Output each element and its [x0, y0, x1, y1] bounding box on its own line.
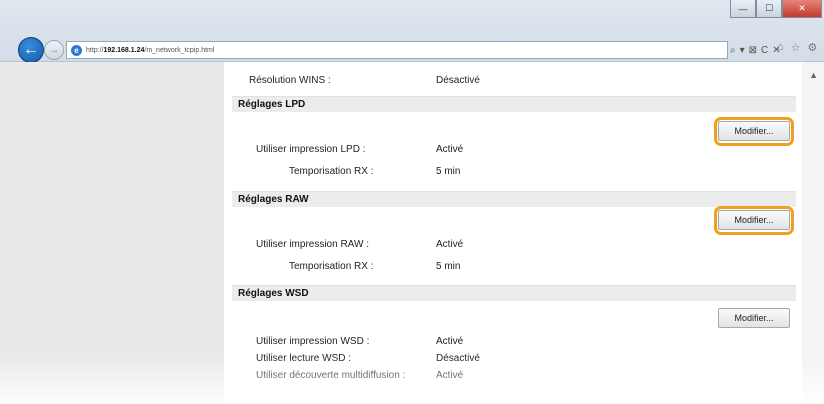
address-bar-tools: ⌕ ▾ ⊠ C ✕ — [730, 41, 781, 59]
wsd-multicast-label: Utiliser découverte multidiffusion : — [256, 370, 406, 381]
url-host: 192.168.1.24 — [103, 46, 145, 54]
minimize-button[interactable]: — — [730, 0, 756, 18]
wsd-print-value: Activé — [436, 336, 464, 347]
wsd-print-label: Utiliser impression WSD : — [256, 336, 370, 347]
compat-view-icon[interactable]: ⊠ — [749, 45, 757, 56]
dropdown-icon[interactable]: ▾ — [740, 45, 745, 56]
wsd-multicast-value: Activé — [436, 370, 464, 381]
raw-section-header: Réglages RAW — [232, 191, 796, 207]
home-icon[interactable]: ⌂ — [777, 41, 784, 54]
vertical-scrollbar[interactable]: ▲ — [802, 62, 824, 404]
raw-modify-button[interactable]: Modifier... — [718, 210, 790, 230]
wsd-section-header: Réglages WSD — [232, 285, 796, 301]
forward-arrow-icon[interactable]: → — [44, 40, 64, 60]
settings-content: Résolution WINS : Désactivé Réglages LPD… — [224, 62, 796, 404]
lpd-print-value: Activé — [436, 144, 464, 155]
wsd-scan-label: Utiliser lecture WSD : — [256, 353, 352, 364]
wsd-scan-value: Désactivé — [436, 353, 480, 364]
lpd-rx-timeout-value: 5 min — [436, 166, 461, 177]
url-path: /m_network_tcpip.html — [144, 46, 215, 54]
url-scheme: http:// — [86, 46, 104, 54]
wsd-modify-button[interactable]: Modifier... — [718, 308, 790, 328]
page-viewport: Résolution WINS : Désactivé Réglages LPD… — [0, 62, 824, 404]
ie-page-icon: e — [71, 44, 82, 56]
wins-resolution-label: Résolution WINS : — [249, 75, 331, 86]
raw-rx-timeout-label: Temporisation RX : — [289, 261, 374, 272]
wsd-section-title: Réglages WSD — [238, 288, 309, 299]
raw-rx-timeout-value: 5 min — [436, 261, 461, 272]
lpd-modify-button[interactable]: Modifier... — [718, 121, 790, 141]
favorites-icon[interactable]: ☆ — [791, 41, 801, 54]
address-bar[interactable]: e http:// 192.168.1.24 /m_network_tcpip.… — [66, 41, 728, 59]
lpd-section-header: Réglages LPD — [232, 96, 796, 112]
scroll-up-icon[interactable]: ▲ — [809, 70, 818, 80]
raw-section-title: Réglages RAW — [238, 194, 309, 205]
settings-gear-icon[interactable]: ⚙ — [808, 41, 818, 54]
wins-resolution-value: Désactivé — [436, 75, 480, 86]
refresh-icon[interactable]: C — [761, 45, 768, 56]
raw-print-value: Activé — [436, 239, 464, 250]
browser-chrome: — ☐ ✕ ← → e http:// 192.168.1.24 /m_netw… — [0, 0, 824, 63]
lpd-print-label: Utiliser impression LPD : — [256, 144, 366, 155]
toolbar-icons: ⌂ ☆ ⚙ — [777, 41, 817, 54]
lpd-section-title: Réglages LPD — [238, 99, 306, 110]
raw-print-label: Utiliser impression RAW : — [256, 239, 369, 250]
back-arrow-icon[interactable]: ← — [18, 37, 44, 63]
lpd-rx-timeout-label: Temporisation RX : — [289, 166, 374, 177]
left-navigation-rail — [0, 62, 224, 404]
search-icon[interactable]: ⌕ — [730, 45, 736, 56]
maximize-button[interactable]: ☐ — [756, 0, 782, 18]
close-window-button[interactable]: ✕ — [782, 0, 822, 18]
window-controls: — ☐ ✕ — [730, 0, 822, 18]
